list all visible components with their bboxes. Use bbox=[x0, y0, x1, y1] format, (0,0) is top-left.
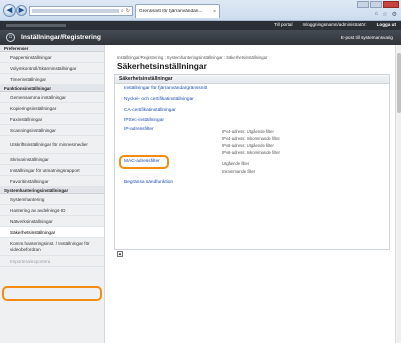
home-icon[interactable]: ⌂ bbox=[375, 11, 379, 18]
back-button[interactable]: ◀ bbox=[3, 4, 16, 17]
portal-link[interactable]: Till portal bbox=[274, 22, 292, 27]
address-url-redacted bbox=[32, 9, 119, 13]
link-ca-certificate[interactable]: CA-certifikatinställningar bbox=[124, 108, 176, 113]
sidebar-section-heading: Preferenser bbox=[0, 45, 104, 52]
sidebar-item[interactable]: Volymkontroll/Skärminställningar bbox=[0, 63, 104, 74]
sidebar-item[interactable]: Favoritinställningar bbox=[0, 176, 104, 187]
link-restrict-send[interactable]: Begränsa sändfunktion bbox=[124, 180, 173, 185]
sidebar-section-heading: Systemhanteringsinställningar bbox=[0, 187, 104, 194]
scrollbar[interactable] bbox=[395, 45, 401, 343]
refresh-icon[interactable]: ↻ bbox=[126, 8, 130, 14]
app-title: Inställningar/Registrering bbox=[21, 34, 101, 41]
favorites-icon[interactable]: ☆ bbox=[382, 11, 387, 18]
address-bar[interactable]: ⌕ ↻ bbox=[29, 6, 133, 16]
title-bar: ⌂ Inställningar/Registrering E-post till… bbox=[0, 30, 401, 45]
logout-link[interactable]: Logga ut bbox=[377, 22, 396, 27]
device-name-redacted bbox=[6, 24, 66, 27]
minimize-icon[interactable] bbox=[357, 1, 369, 8]
sidebar-item[interactable]: Inställningar för utmatningsrapport bbox=[0, 165, 104, 176]
link-ip-address-filter[interactable]: IP-adressfilter bbox=[124, 127, 154, 132]
settings-icon[interactable]: ⚙ bbox=[392, 11, 397, 18]
search-icon[interactable]: ⌕ bbox=[121, 8, 124, 14]
email-admin-link[interactable]: E-post till systemansvarig bbox=[341, 35, 393, 40]
breadcrumb: Inställningar/Registrering : Systemhante… bbox=[117, 55, 268, 60]
sidebar-item[interactable]: Gemensamma inställningar bbox=[0, 92, 104, 103]
ip-desc: IPv4-adress: Inkommande filter bbox=[222, 136, 280, 141]
link-remote-ui-settings[interactable]: Inställningar för fjärranvändargränssnit… bbox=[124, 86, 207, 91]
sidebar-item[interactable]: Scanningsinställningar bbox=[0, 125, 104, 136]
link-ipsec[interactable]: IPSec-inställningar bbox=[124, 118, 164, 123]
forward-button[interactable]: ▶ bbox=[16, 5, 27, 16]
sidebar-item[interactable]: Skrivarinställningar bbox=[0, 154, 104, 165]
home-button-icon[interactable]: ⌂ bbox=[6, 33, 15, 42]
mac-filter-highlight bbox=[119, 155, 169, 169]
window-controls bbox=[357, 1, 399, 8]
browser-tab[interactable]: Grenssnitt för fjärranvändari... × bbox=[135, 4, 220, 18]
sidebar-item[interactable]: Hantering av avdelnings-ID bbox=[0, 205, 104, 216]
mac-desc: Utgående filter bbox=[222, 161, 250, 166]
link-key-certificate[interactable]: Nyckel- och certifikatinställningar bbox=[124, 97, 194, 102]
sidebar-item[interactable]: Pappersinställningar bbox=[0, 52, 104, 63]
sidebar-item[interactable]: Faxinställningar bbox=[0, 114, 104, 125]
sidebar-item[interactable]: Säkerhetsinställningar bbox=[0, 227, 104, 238]
login-label: Inloggningsnamn/administratör: bbox=[302, 22, 367, 27]
browser-tools: ⌂ ☆ ⚙ bbox=[375, 11, 397, 18]
browser-toolbar: ◀ ▶ ⌕ ↻ Grenssnitt för fjärranvändari...… bbox=[0, 0, 401, 21]
sidebar-item[interactable]: Importera/exportera bbox=[0, 256, 104, 267]
tab-close-icon[interactable]: × bbox=[213, 9, 216, 15]
sidebar-item[interactable]: Komm.hanteringsinst. / Inställningar för… bbox=[0, 238, 104, 256]
ip-desc: IPv4-adress: Utgående filter bbox=[222, 129, 274, 134]
ip-desc: IPv6-adress: Inkommande filter bbox=[222, 150, 280, 155]
tab-label: Grenssnitt för fjärranvändari... bbox=[139, 9, 203, 14]
selected-item-highlight bbox=[2, 286, 102, 301]
ip-desc: IPv6-adress: Utgående filter bbox=[222, 143, 274, 148]
sidebar-item[interactable]: Utskriftsinställningar för minnesmedier bbox=[0, 136, 104, 154]
sidebar-item[interactable]: Systemhantering bbox=[0, 194, 104, 205]
sidebar-section-heading: Funktionsinställningar bbox=[0, 85, 104, 92]
sidebar-item[interactable]: Timerinställningar bbox=[0, 74, 104, 85]
close-icon[interactable] bbox=[383, 1, 399, 8]
page-title: Säkerhetsinställningar bbox=[117, 61, 207, 71]
panel-title: Säkerhetsinställningar bbox=[115, 75, 389, 84]
back-to-top-icon[interactable]: ▲ bbox=[117, 251, 123, 257]
mac-desc: Inkommande filter bbox=[222, 169, 256, 174]
sidebar-item[interactable]: Nätverksinställningar bbox=[0, 216, 104, 227]
maximize-icon[interactable] bbox=[370, 1, 382, 8]
scroll-thumb[interactable] bbox=[397, 53, 401, 113]
top-bar: Till portal Inloggningsnamn/administratö… bbox=[0, 21, 401, 30]
sidebar-item[interactable]: Kopieringsinställningar bbox=[0, 103, 104, 114]
